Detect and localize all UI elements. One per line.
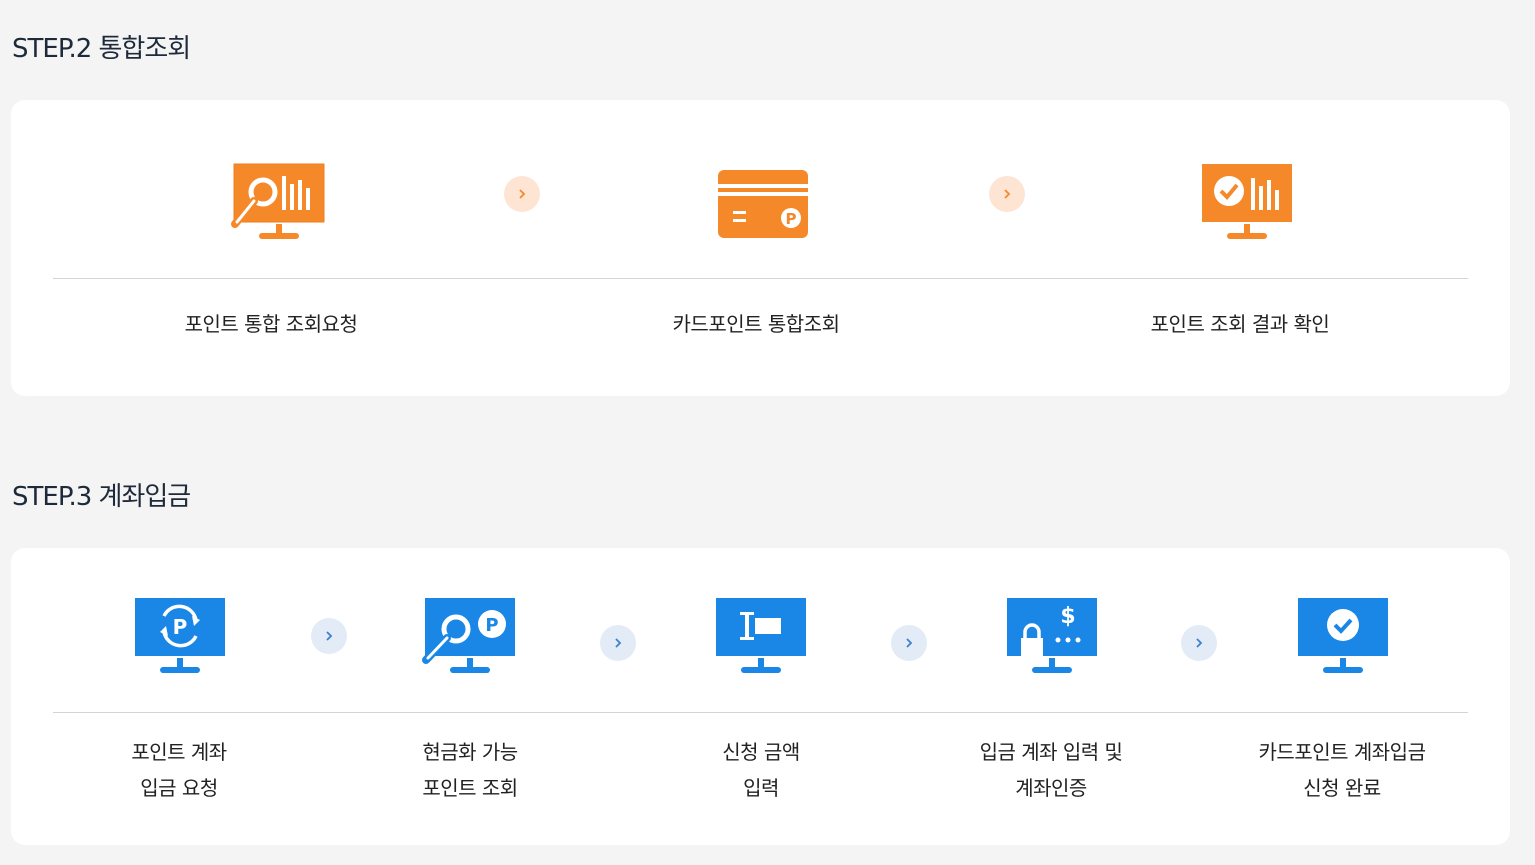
step3-label-5-line2: 신청 완료 [1303,776,1381,800]
monitor-check-chart-icon [1199,162,1295,246]
next-arrow [989,176,1025,212]
step3-label-4-line1: 입금 계좌 입력 및 [979,740,1123,764]
svg-text:$: $ [1060,604,1075,629]
next-arrow [311,618,347,654]
step3-divider [53,712,1468,713]
step2-divider [53,278,1468,279]
step3-title: STEP.3 계좌입금 [12,482,191,512]
step3-label-1: 포인트 계좌 입금 요청 [49,734,309,806]
step2-label-2: 카드포인트 통합조회 [672,312,840,336]
next-arrow [600,625,636,661]
monitor-search-point-icon: P [422,596,518,680]
step3-card: P P $ 포인트 계좌 입금 요청 현금화 가능 포인트 조회 신청 금액 입… [11,548,1510,845]
step2-title: STEP.2 통합조회 [12,34,191,64]
step2-card: P 포인트 통합 조회요청 카드포인트 통합조회 포인트 조회 결과 확인 [11,100,1510,396]
monitor-check-icon [1295,596,1391,680]
monitor-input-icon [713,596,809,680]
step3-label-5: 카드포인트 계좌입금 신청 완료 [1212,734,1472,806]
step3-label-2-line1: 현금화 가능 [422,740,518,764]
next-arrow [891,625,927,661]
step3-label-4-line2: 계좌인증 [1015,776,1087,800]
monitor-search-chart-icon [231,162,327,246]
step3-label-1-line2: 입금 요청 [140,776,218,800]
step3-label-3: 신청 금액 입력 [631,734,891,806]
step3-label-3-line2: 입력 [743,776,779,800]
step3-label-3-line1: 신청 금액 [722,740,800,764]
svg-text:P: P [485,615,498,636]
svg-text:P: P [173,615,188,639]
step3-label-1-line1: 포인트 계좌 [131,740,227,764]
monitor-point-refresh-icon: P [132,596,228,680]
step3-label-2: 현금화 가능 포인트 조회 [340,734,600,806]
step3-label-2-line2: 포인트 조회 [422,776,518,800]
step2-label-3: 포인트 조회 결과 확인 [1150,312,1330,336]
step3-label-4: 입금 계좌 입력 및 계좌인증 [921,734,1181,806]
next-arrow [1181,625,1217,661]
svg-text:P: P [786,210,797,228]
monitor-lock-dollar-icon: $ [1004,596,1100,680]
card-point-icon: P [715,168,811,252]
step3-label-5-line1: 카드포인트 계좌입금 [1258,740,1426,764]
next-arrow [504,176,540,212]
step2-label-1: 포인트 통합 조회요청 [184,312,358,336]
